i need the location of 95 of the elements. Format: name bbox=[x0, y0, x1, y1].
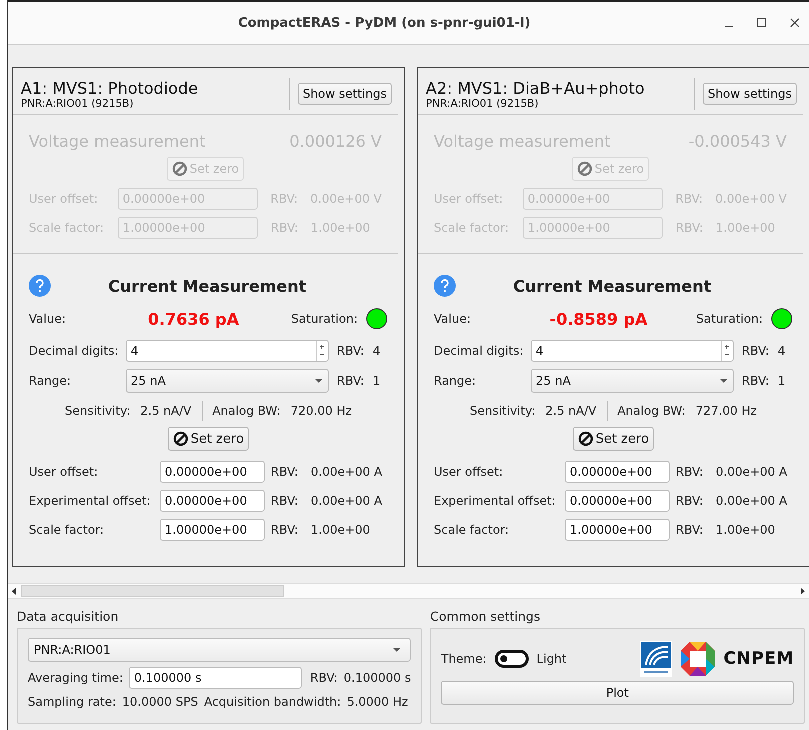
bandwidth-value: 727.00 Hz bbox=[696, 404, 758, 418]
rbv-value: 0.00e+00 A bbox=[716, 494, 788, 508]
caret-icon bbox=[392, 646, 402, 654]
sampling-value: 10.0000 SPS bbox=[122, 695, 198, 709]
bandwidth-value: 720.00 Hz bbox=[290, 404, 352, 418]
rbv-label: RBV: bbox=[676, 465, 704, 479]
window-title: CompactERAS - PyDM (on s-pnr-gui01-l) bbox=[237, 16, 532, 30]
rbv-value: 0.100000 s bbox=[344, 671, 412, 685]
section-title: Current Measurement bbox=[512, 276, 713, 296]
caret-icon bbox=[314, 377, 324, 385]
plot-button[interactable]: Plot bbox=[441, 681, 794, 705]
set-zero-button[interactable]: Set zero bbox=[168, 427, 250, 451]
rbv-label: RBV: bbox=[271, 465, 300, 479]
field-label: Analog BW: bbox=[212, 404, 281, 418]
rbv-label: RBV: bbox=[271, 494, 300, 508]
field-label: Sensitivity: bbox=[470, 404, 536, 418]
prohibited-icon bbox=[578, 431, 594, 447]
sensitivity-value: 2.5 nA/V bbox=[546, 404, 597, 418]
current-value: -0.8589 pA bbox=[548, 310, 649, 328]
input-field[interactable]: 0.00000e+00 bbox=[565, 461, 670, 483]
rbv-label: RBV: bbox=[337, 344, 366, 358]
field-label: Averaging time: bbox=[28, 671, 124, 685]
rbv-label: RBV: bbox=[310, 671, 338, 685]
logo-icon bbox=[680, 641, 716, 677]
field-label: Scale factor: bbox=[29, 523, 106, 537]
field-label: Sampling rate: bbox=[28, 695, 116, 709]
rbv-value: 0.00e+00 A bbox=[716, 465, 788, 479]
help-icon[interactable] bbox=[434, 275, 456, 297]
pv-name: PNR:A:RIO01 (9215B) bbox=[426, 98, 540, 110]
field-label: Range: bbox=[29, 374, 72, 388]
field-label: Theme: bbox=[441, 652, 487, 666]
bandwidth-value: 5.0000 Hz bbox=[347, 695, 408, 709]
field-label: Scale factor: bbox=[434, 523, 510, 537]
field-label: User offset: bbox=[29, 465, 100, 479]
current-value: 0.7636 pA bbox=[147, 310, 240, 328]
rbv-label: RBV: bbox=[742, 374, 770, 388]
rbv-label: RBV: bbox=[271, 523, 300, 537]
channel-title: A2: MVS1: DiaB+Au+photo bbox=[426, 78, 646, 98]
rbv-value: 1 bbox=[778, 374, 786, 388]
show-settings-button[interactable]: Show settings bbox=[298, 83, 392, 105]
field-label: Value: bbox=[29, 312, 66, 326]
logo-icon bbox=[640, 641, 672, 677]
rbv-label: RBV: bbox=[676, 494, 704, 508]
scroll-thumb[interactable] bbox=[21, 585, 284, 597]
rbv-value: 4 bbox=[373, 344, 381, 358]
spin-box[interactable]: 4 bbox=[126, 340, 329, 362]
prohibited-icon bbox=[172, 431, 189, 447]
scroll-right-icon[interactable] bbox=[800, 588, 805, 594]
group-title: Common settings bbox=[430, 609, 542, 624]
input-field[interactable]: 1.00000e+00 bbox=[565, 519, 670, 541]
field-label: Acquisition bandwidth: bbox=[204, 695, 342, 709]
field-label: Saturation: bbox=[291, 312, 358, 326]
theme-value: Light bbox=[536, 652, 567, 666]
input-field[interactable]: 0.100000 s bbox=[129, 667, 302, 689]
prohibited-icon bbox=[172, 161, 188, 177]
theme-toggle[interactable] bbox=[494, 650, 529, 668]
rbv-value: 1 bbox=[373, 374, 381, 388]
rbv-label: RBV: bbox=[742, 344, 770, 358]
rbv-value: 1.00e+00 bbox=[716, 523, 776, 537]
field-label: Decimal digits: bbox=[29, 344, 120, 358]
field-label: User offset: bbox=[434, 465, 504, 479]
input-field[interactable]: 1.00000e+00 bbox=[160, 519, 265, 541]
logo-text: CNPEM bbox=[724, 649, 794, 669]
prohibited-icon bbox=[576, 161, 593, 177]
field-label: Saturation: bbox=[696, 312, 763, 326]
section-title: Current Measurement bbox=[107, 276, 308, 296]
device-dropdown[interactable]: PNR:A:RIO01 bbox=[28, 638, 412, 662]
input-field[interactable]: 0.00000e+00 bbox=[565, 490, 670, 512]
channel-title: A1: MVS1: Photodiode bbox=[21, 78, 200, 98]
sensitivity-value: 2.5 nA/V bbox=[140, 404, 192, 418]
scroll-left-icon[interactable] bbox=[12, 588, 17, 594]
field-label: Experimental offset: bbox=[29, 494, 152, 508]
rbv-label: RBV: bbox=[337, 374, 366, 388]
range-dropdown[interactable]: 25 nA bbox=[531, 369, 734, 393]
caret-icon bbox=[719, 377, 729, 385]
field-label: Value: bbox=[434, 312, 471, 326]
field-label: Sensitivity: bbox=[64, 404, 131, 418]
field-label: Experimental offset: bbox=[434, 494, 557, 508]
rbv-label: RBV: bbox=[676, 523, 704, 537]
rbv-value: 0.00e+00 A bbox=[311, 465, 382, 479]
rbv-value: 0.00e+00 A bbox=[311, 494, 382, 508]
input-field[interactable]: 0.00000e+00 bbox=[160, 490, 265, 512]
show-settings-button[interactable]: Show settings bbox=[702, 83, 797, 105]
group-title: Data acquisition bbox=[17, 609, 120, 624]
pv-name: PNR:A:RIO01 (9215B) bbox=[21, 98, 135, 110]
rbv-value: 4 bbox=[778, 344, 786, 358]
field-label: Range: bbox=[434, 374, 478, 388]
rbv-value: 1.00e+00 bbox=[311, 523, 370, 537]
spin-box[interactable]: 4 bbox=[531, 340, 734, 362]
range-dropdown[interactable]: 25 nA bbox=[126, 369, 329, 393]
field-label: Analog BW: bbox=[618, 404, 686, 418]
input-field[interactable]: 0.00000e+00 bbox=[160, 461, 265, 483]
set-zero-button[interactable]: Set zero bbox=[572, 427, 654, 451]
field-label: Decimal digits: bbox=[434, 344, 525, 358]
help-icon[interactable] bbox=[29, 275, 51, 297]
